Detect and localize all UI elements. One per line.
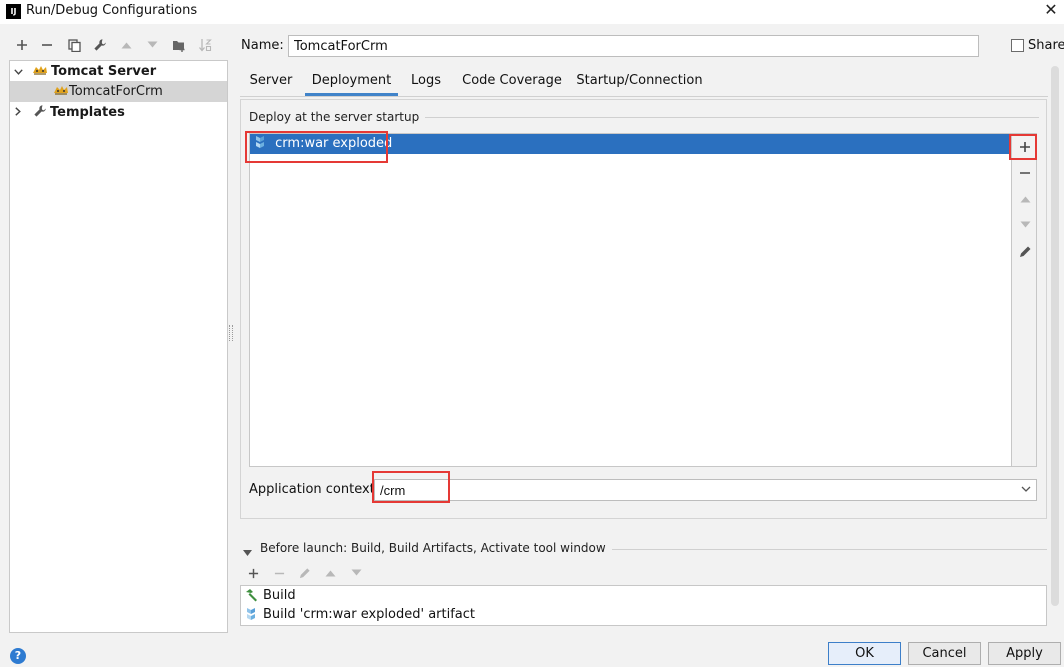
name-label: Name: (241, 38, 284, 53)
artifact-icon (247, 608, 255, 620)
list-item-build-artifact[interactable]: Build 'crm:war exploded' artifact (242, 605, 1047, 624)
move-task-up-button[interactable] (320, 563, 340, 583)
cancel-button[interactable]: Cancel (908, 642, 981, 665)
add-configuration-button[interactable] (12, 35, 32, 55)
tab-startup-connection[interactable]: Startup/Connection (576, 68, 703, 96)
add-icon (248, 568, 258, 578)
move-artifact-down-button[interactable] (1014, 214, 1036, 236)
tree-item-label: TomcatForCrm (69, 84, 163, 99)
window-title: Run/Debug Configurations (26, 3, 198, 18)
chevron-down-icon[interactable] (243, 545, 252, 560)
move-down-icon (351, 569, 361, 576)
add-task-button[interactable] (243, 563, 263, 583)
move-down-button[interactable] (142, 35, 162, 55)
move-into-folder-button[interactable] (169, 35, 189, 55)
sort-icon (199, 39, 212, 52)
tree-item-label: Tomcat Server (51, 64, 157, 79)
edit-icon (1019, 246, 1030, 257)
remove-icon (42, 44, 52, 46)
tab-logs[interactable]: Logs (405, 68, 447, 96)
configuration-tree[interactable]: Tomcat Server TomcatForCrm Templates (9, 60, 228, 633)
copy-configuration-button[interactable] (64, 35, 84, 55)
application-context-label: Application context: (249, 482, 380, 497)
artifact-label: crm:war exploded (275, 136, 393, 151)
help-icon[interactable]: ? (10, 648, 26, 664)
edit-artifact-button[interactable] (1014, 240, 1036, 262)
move-down-icon (1020, 221, 1030, 228)
before-launch-header: Before launch: Build, Build Artifacts, A… (260, 541, 612, 555)
wrench-icon (34, 105, 46, 117)
task-label: Build (263, 588, 296, 603)
edit-icon (299, 568, 310, 579)
wrench-icon (94, 39, 106, 51)
tab-code-coverage[interactable]: Code Coverage (459, 68, 565, 96)
move-task-down-button[interactable] (346, 563, 366, 583)
intellij-app-icon: IJ (6, 4, 21, 19)
ok-button[interactable]: OK (828, 642, 901, 665)
configuration-name-input[interactable] (288, 35, 979, 57)
chevron-right-icon[interactable] (12, 102, 24, 123)
remove-configuration-button[interactable] (37, 35, 57, 55)
share-label: Share (1028, 38, 1064, 53)
artifact-icon (256, 136, 264, 148)
tree-item-tomcat-server[interactable]: Tomcat Server (10, 61, 227, 82)
add-icon (1020, 142, 1030, 152)
remove-icon (1020, 172, 1030, 174)
deploy-section-label: Deploy at the server startup (249, 110, 426, 124)
move-up-icon (1020, 196, 1030, 203)
deploy-artifact-list[interactable] (249, 133, 1012, 467)
sort-configurations-button[interactable] (195, 35, 215, 55)
copy-icon (67, 38, 81, 52)
list-item-crm-war-exploded[interactable]: crm:war exploded (250, 134, 1011, 154)
tab-server[interactable]: Server (246, 68, 296, 96)
add-icon (17, 40, 27, 50)
tree-item-tomcatforcrm[interactable]: TomcatForCrm (10, 81, 227, 102)
before-launch-list[interactable]: Build Build 'crm:war exploded' artifact (240, 585, 1047, 626)
add-artifact-button[interactable] (1014, 136, 1036, 158)
share-checkbox[interactable] (1011, 39, 1024, 52)
remove-task-button[interactable] (269, 563, 289, 583)
edit-defaults-button[interactable] (90, 35, 110, 55)
task-label: Build 'crm:war exploded' artifact (263, 607, 476, 622)
move-down-icon (147, 41, 157, 48)
chevron-down-icon[interactable] (1018, 481, 1034, 499)
move-up-icon (325, 570, 335, 577)
tab-divider (240, 96, 1048, 97)
tree-item-templates[interactable]: Templates (10, 102, 227, 123)
folder-icon (172, 40, 184, 52)
tree-item-label: Templates (50, 105, 125, 120)
tomcat-icon (54, 86, 68, 95)
scrollbar-thumb[interactable] (1051, 66, 1059, 606)
close-window-button[interactable]: ✕ (1040, 0, 1062, 22)
remove-artifact-button[interactable] (1014, 162, 1036, 184)
move-up-icon (121, 42, 131, 49)
application-context-input[interactable] (374, 479, 1037, 501)
move-up-button[interactable] (116, 35, 136, 55)
apply-button[interactable]: Apply (988, 642, 1061, 665)
hammer-icon (246, 589, 257, 602)
tab-deployment[interactable]: Deployment (305, 68, 398, 96)
tomcat-icon (33, 66, 47, 75)
move-artifact-up-button[interactable] (1014, 188, 1036, 210)
panel-splitter[interactable] (229, 325, 233, 341)
list-item-build[interactable]: Build (242, 586, 1047, 605)
remove-icon (274, 572, 284, 574)
chevron-down-icon[interactable] (12, 61, 24, 82)
edit-task-button[interactable] (295, 563, 315, 583)
